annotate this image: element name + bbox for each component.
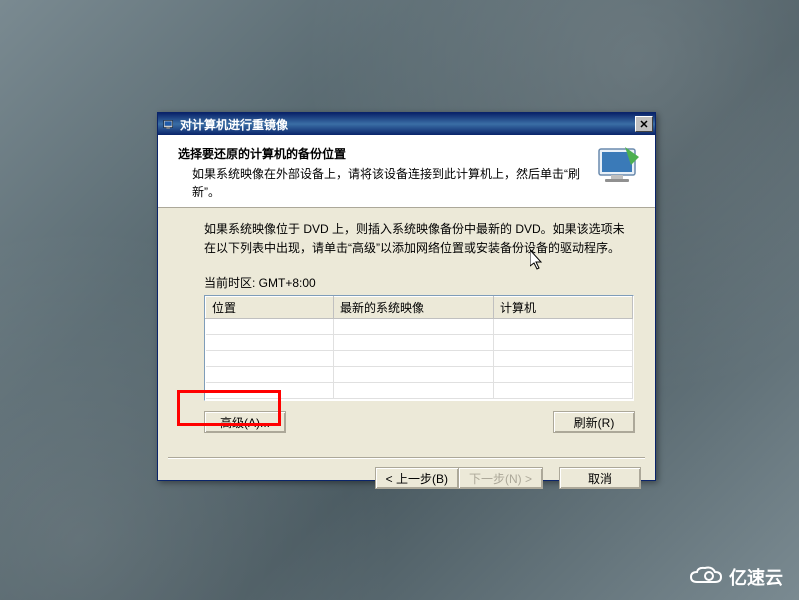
reimage-dialog: 对计算机进行重镜像 ✕ 选择要还原的计算机的备份位置 如果系统映像在外部设备上，… [157, 112, 656, 481]
table-row[interactable] [206, 319, 633, 335]
col-location[interactable]: 位置 [206, 297, 334, 319]
watermark-logo: 亿速云 [689, 564, 783, 590]
header-title: 选择要还原的计算机的备份位置 [178, 145, 587, 162]
watermark-text: 亿速云 [729, 564, 783, 590]
table-row[interactable] [206, 383, 633, 399]
table-header-row: 位置 最新的系统映像 计算机 [206, 297, 633, 319]
header-subtitle: 如果系统映像在外部设备上，请将该设备连接到此计算机上，然后单击“刷新”。 [178, 165, 587, 201]
close-icon: ✕ [639, 118, 648, 131]
backup-list-table[interactable]: 位置 最新的系统映像 计算机 [204, 295, 634, 401]
table-row[interactable] [206, 367, 633, 383]
cancel-button[interactable]: 取消 [559, 467, 641, 489]
cloud-icon [689, 566, 723, 588]
wizard-nav-buttons: < 上一步(B) 下一步(N) > 取消 [158, 467, 655, 489]
refresh-button[interactable]: 刷新(R) [553, 411, 635, 433]
table-row[interactable] [206, 335, 633, 351]
monitor-icon [595, 145, 643, 185]
header-area: 选择要还原的计算机的备份位置 如果系统映像在外部设备上，请将该设备连接到此计算机… [158, 135, 655, 208]
app-icon [162, 117, 176, 131]
footer-separator [168, 457, 645, 459]
instruction-text: 如果系统映像位于 DVD 上，则插入系统映像备份中最新的 DVD。如果该选项未在… [178, 220, 635, 258]
table-row[interactable] [206, 351, 633, 367]
col-latest-image[interactable]: 最新的系统映像 [334, 297, 494, 319]
middle-button-row: 高级(A)... 刷新(R) [178, 411, 635, 433]
header-text-block: 选择要还原的计算机的备份位置 如果系统映像在外部设备上，请将该设备连接到此计算机… [178, 145, 587, 201]
back-button[interactable]: < 上一步(B) [375, 467, 458, 489]
close-button[interactable]: ✕ [635, 116, 653, 132]
next-button: 下一步(N) > [458, 467, 543, 489]
dialog-title: 对计算机进行重镜像 [180, 116, 635, 133]
content-area: 如果系统映像位于 DVD 上，则插入系统映像备份中最新的 DVD。如果该选项未在… [158, 208, 655, 441]
titlebar[interactable]: 对计算机进行重镜像 ✕ [158, 113, 655, 135]
col-computer[interactable]: 计算机 [494, 297, 633, 319]
advanced-button[interactable]: 高级(A)... [204, 411, 286, 433]
timezone-label: 当前时区: GMT+8:00 [178, 274, 635, 291]
